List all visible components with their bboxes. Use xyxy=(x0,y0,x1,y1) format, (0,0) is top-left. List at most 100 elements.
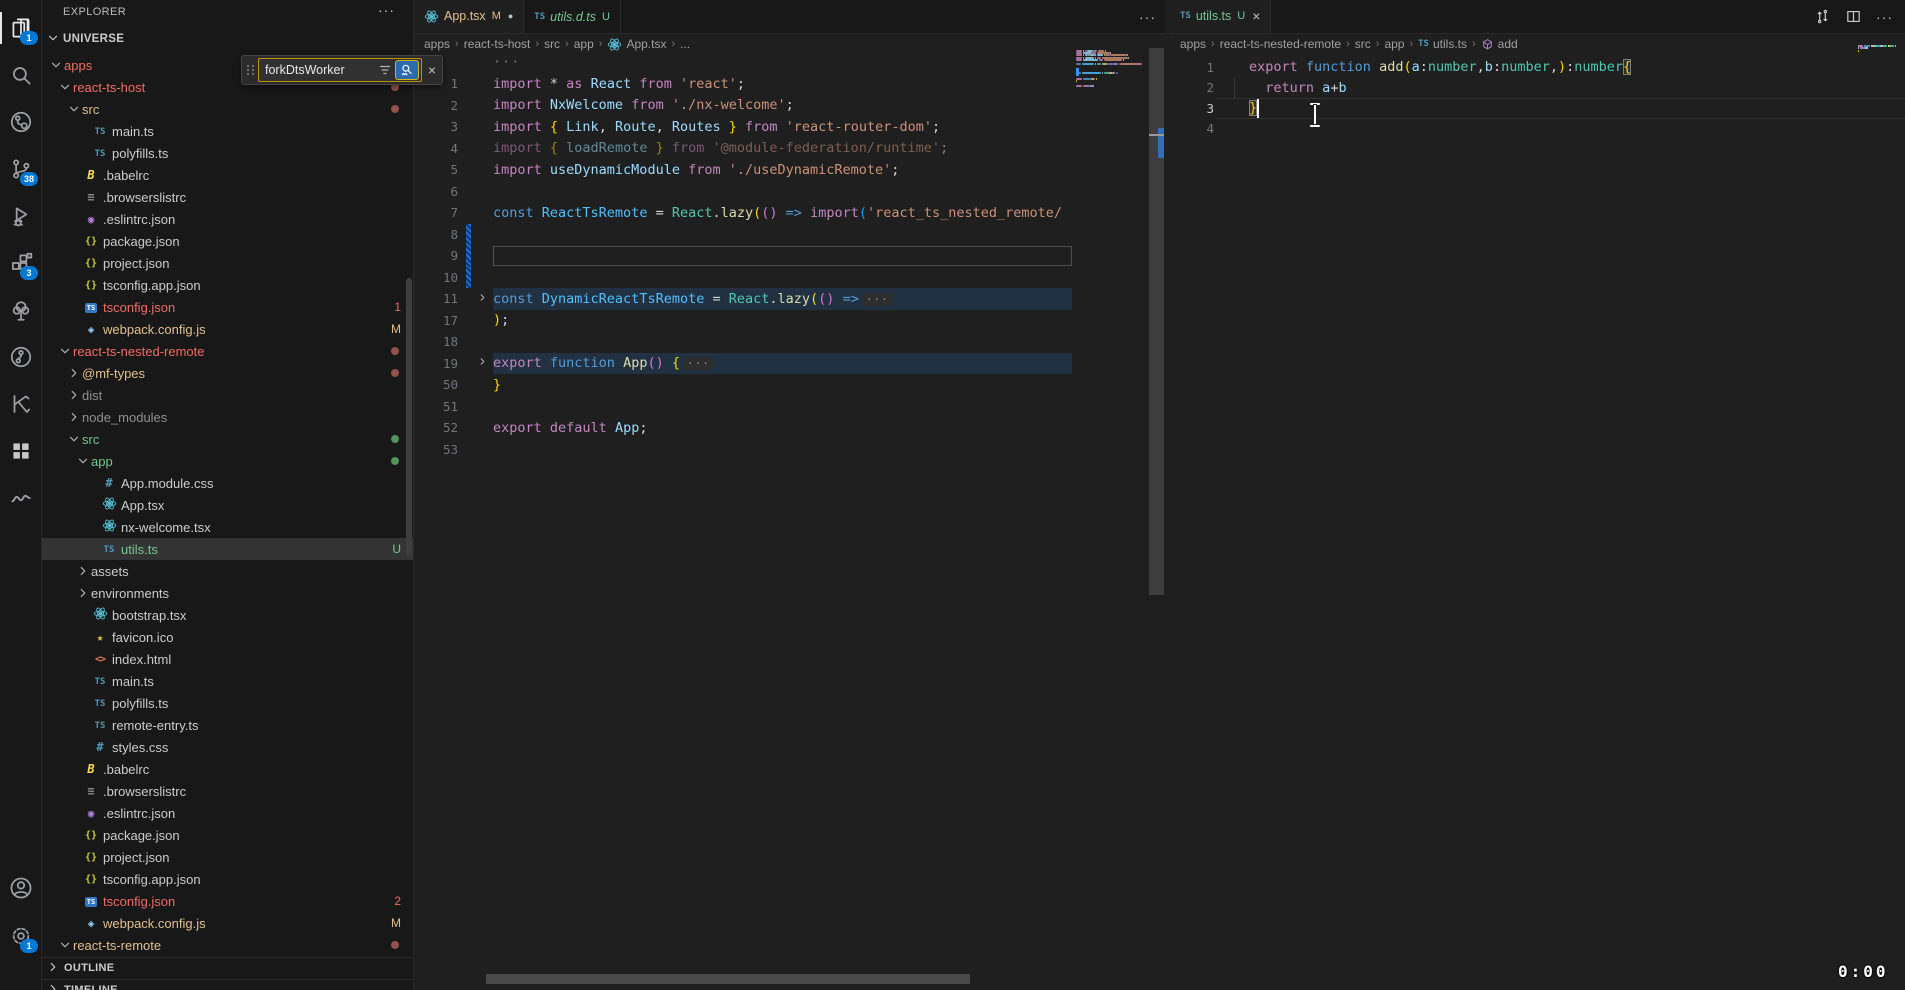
tree-folder-node-modules[interactable]: node_modules xyxy=(42,406,413,428)
code-line-11[interactable]: 11const DynamicReactTsRemote = React.laz… xyxy=(414,288,1166,310)
code-line-3[interactable]: 3import { Link, Route, Routes } from 're… xyxy=(414,116,1166,138)
minimap[interactable] xyxy=(1858,45,1898,65)
drag-grip-icon[interactable] xyxy=(245,62,257,78)
code-line-3[interactable]: 3} xyxy=(1170,98,1905,119)
tree-file-project-json[interactable]: {}project.json xyxy=(42,846,413,868)
tree-folder-environments[interactable]: environments xyxy=(42,582,413,604)
breadcrumb-item[interactable]: react-ts-host xyxy=(464,37,531,51)
tree-file-index-html[interactable]: <>index.html xyxy=(42,648,413,670)
sidebar-scrollbar[interactable] xyxy=(406,278,412,556)
activity-remote-icon[interactable] xyxy=(0,100,41,144)
fold-ellipsis[interactable]: ··· xyxy=(684,357,713,370)
tree-folder-src[interactable]: src xyxy=(42,428,413,450)
tree-file-styles-css[interactable]: #styles.css xyxy=(42,736,413,758)
activity-extensions-icon[interactable]: 3 xyxy=(0,241,41,285)
code-line-10[interactable]: 10 xyxy=(414,267,1166,289)
code-line-9[interactable]: 9 xyxy=(414,245,1166,267)
tree-file--eslintrc-json[interactable]: ◉.eslintrc.json xyxy=(42,802,413,824)
tree-file-tsconfig-app-json[interactable]: {}tsconfig.app.json xyxy=(42,274,413,296)
tree-file-polyfills-ts[interactable]: TSpolyfills.ts xyxy=(42,142,413,164)
code-line-4[interactable]: 4import { loadRemote } from '@module-fed… xyxy=(414,138,1166,160)
timeline-section-header[interactable]: TIMELINE xyxy=(42,979,413,990)
tree-folder-react-ts-nested-remote[interactable]: react-ts-nested-remote xyxy=(42,340,413,362)
code-line-5[interactable]: 5import useDynamicModule from './useDyna… xyxy=(414,159,1166,181)
tree-file-tsconfig-json[interactable]: TStsconfig.json1 xyxy=(42,296,413,318)
breadcrumb-item[interactable]: ... xyxy=(680,37,690,51)
activity-kubernetes-icon[interactable] xyxy=(0,382,41,426)
tree-folder-react-ts-remote[interactable]: react-ts-remote xyxy=(42,934,413,956)
tree-file-utils-ts[interactable]: TSutils.tsU xyxy=(42,538,413,560)
activity-account-icon[interactable] xyxy=(0,866,41,910)
breadcrumb-item[interactable]: apps xyxy=(424,37,450,51)
horizontal-scrollbar[interactable] xyxy=(486,974,970,984)
tree-file-webpack-config-js[interactable]: ◈webpack.config.jsM xyxy=(42,318,413,340)
more-actions-button[interactable]: ··· xyxy=(1139,9,1156,25)
tree-file--browserslistrc[interactable]: ≡.browserslistrc xyxy=(42,186,413,208)
code-line-53[interactable]: 53 xyxy=(414,439,1166,461)
breadcrumb-item[interactable]: src xyxy=(1355,37,1371,51)
code-editor-left[interactable]: ··· 1import * as React from 'react';2impo… xyxy=(414,52,1166,461)
tree-file-package-json[interactable]: {}package.json xyxy=(42,824,413,846)
tree-folder-app[interactable]: app xyxy=(42,450,413,472)
tree-file-tsconfig-app-json[interactable]: {}tsconfig.app.json xyxy=(42,868,413,890)
compare-changes-button[interactable] xyxy=(1814,8,1831,25)
code-line-19[interactable]: 19export function App() {··· xyxy=(414,353,1166,375)
breadcrumb-item[interactable]: app xyxy=(574,37,594,51)
minimap[interactable] xyxy=(1076,48,1149,178)
left-tab-app-tsx[interactable]: App.tsxM● xyxy=(414,0,524,33)
fuzzy-match-toggle[interactable] xyxy=(395,60,419,80)
tree-file-bootstrap-tsx[interactable]: bootstrap.tsx xyxy=(42,604,413,626)
breadcrumb-item[interactable]: App.tsx xyxy=(607,37,666,52)
filter-icon[interactable] xyxy=(378,63,392,77)
workspace-section-header[interactable]: UNIVERSE xyxy=(46,28,417,50)
breadcrumb-item[interactable]: add xyxy=(1481,37,1518,51)
code-line-6[interactable]: 6 xyxy=(414,181,1166,203)
activity-version-circle-icon[interactable] xyxy=(0,335,41,379)
outline-section-header[interactable]: OUTLINE xyxy=(42,957,413,978)
tree-file-package-json[interactable]: {}package.json xyxy=(42,230,413,252)
code-line-17[interactable]: 17); xyxy=(414,310,1166,332)
close-icon[interactable]: × xyxy=(1252,9,1260,23)
fold-chevron-icon[interactable] xyxy=(471,292,493,306)
tree-file-main-ts[interactable]: TSmain.ts xyxy=(42,670,413,692)
tree-file--babelrc[interactable]: B.babelrc xyxy=(42,758,413,780)
breadcrumb-item[interactable]: app xyxy=(1384,37,1404,51)
tree-file-favicon-ico[interactable]: ★favicon.ico xyxy=(42,626,413,648)
activity-source-control-icon[interactable]: 38 xyxy=(0,147,41,191)
code-line-1[interactable]: 1import * as React from 'react'; xyxy=(414,73,1166,95)
breadcrumb-item[interactable]: src xyxy=(544,37,560,51)
left-tab-utils-d-ts[interactable]: TSutils.d.tsU xyxy=(524,0,621,33)
tree-file-tsconfig-json[interactable]: TStsconfig.json2 xyxy=(42,890,413,912)
tree-file-polyfills-ts[interactable]: TSpolyfills.ts xyxy=(42,692,413,714)
code-line-2[interactable]: 2 return a+b xyxy=(1170,78,1905,99)
tree-file-remote-entry-ts[interactable]: TSremote-entry.ts xyxy=(42,714,413,736)
more-actions-button[interactable]: ··· xyxy=(1876,9,1893,25)
dirty-dot-icon[interactable]: ● xyxy=(508,11,513,21)
tree-find-input[interactable]: forkDtsWorker xyxy=(258,58,422,82)
activity-explorer-icon[interactable]: 1 xyxy=(0,6,41,50)
code-line-51[interactable]: 51 xyxy=(414,396,1166,418)
close-icon[interactable]: × xyxy=(422,62,442,78)
fold-chevron-icon[interactable] xyxy=(471,356,493,370)
activity-run-debug-icon[interactable] xyxy=(0,194,41,238)
tree-folder-assets[interactable]: assets xyxy=(42,560,413,582)
tree-folder-src[interactable]: src xyxy=(42,98,413,120)
tree-file--eslintrc-json[interactable]: ◉.eslintrc.json xyxy=(42,208,413,230)
activity-search-icon[interactable] xyxy=(0,53,41,97)
code-line-8[interactable]: 8 xyxy=(414,224,1166,246)
tree-file--browserslistrc[interactable]: ≡.browserslistrc xyxy=(42,780,413,802)
tree-file-main-ts[interactable]: TSmain.ts xyxy=(42,120,413,142)
activity-nx-wave-icon[interactable] xyxy=(0,476,41,520)
split-editor-button[interactable] xyxy=(1845,8,1862,25)
tree-file-webpack-config-js[interactable]: ◈webpack.config.jsM xyxy=(42,912,413,934)
code-editor-right[interactable]: 1export function add(a:number,b:number,)… xyxy=(1170,57,1905,139)
code-line-18[interactable]: 18 xyxy=(414,331,1166,353)
code-line-7[interactable]: 7const ReactTsRemote = React.lazy(() => … xyxy=(414,202,1166,224)
code-line-50[interactable]: 50} xyxy=(414,374,1166,396)
tree-folder-dist[interactable]: dist xyxy=(42,384,413,406)
activity-testing-tree-icon[interactable] xyxy=(0,288,41,332)
tree-file-app-tsx[interactable]: App.tsx xyxy=(42,494,413,516)
code-line-2[interactable]: 2import NxWelcome from './nx-welcome'; xyxy=(414,95,1166,117)
tree-file-nx-welcome-tsx[interactable]: nx-welcome.tsx xyxy=(42,516,413,538)
activity-grid-icon[interactable] xyxy=(0,429,41,473)
